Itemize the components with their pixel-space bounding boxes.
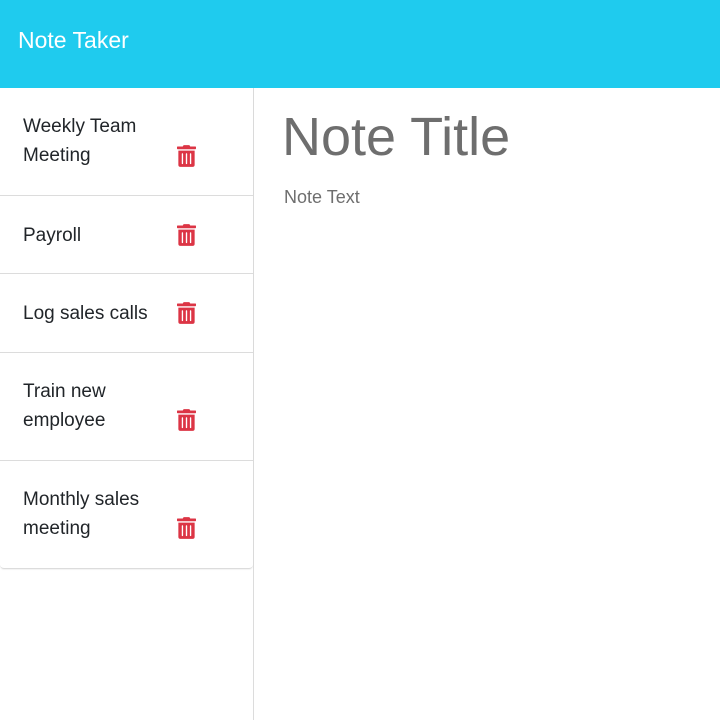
trash-icon[interactable]: [177, 302, 196, 324]
note-title[interactable]: Log sales calls: [23, 274, 173, 328]
note-list: Weekly Team Meeting Payroll Log sales ca…: [0, 88, 253, 569]
note-editor: [254, 88, 720, 720]
note-title[interactable]: Train new employee: [23, 353, 158, 435]
app-title[interactable]: Note Taker: [18, 28, 129, 52]
list-item[interactable]: Train new employee: [0, 353, 253, 461]
list-item[interactable]: Weekly Team Meeting: [0, 88, 253, 196]
trash-icon[interactable]: [177, 517, 196, 539]
list-item[interactable]: Monthly sales meeting: [0, 461, 253, 568]
trash-icon[interactable]: [177, 145, 196, 167]
note-title[interactable]: Monthly sales meeting: [23, 461, 158, 543]
note-text-input[interactable]: [284, 184, 704, 684]
navbar: Note Taker: [0, 0, 720, 88]
note-title-input[interactable]: [282, 104, 702, 170]
trash-icon[interactable]: [177, 224, 196, 246]
trash-icon[interactable]: [177, 409, 196, 431]
notes-sidebar: Weekly Team Meeting Payroll Log sales ca…: [0, 88, 254, 720]
list-item[interactable]: Payroll: [0, 196, 253, 274]
list-item[interactable]: Log sales calls: [0, 274, 253, 353]
note-title[interactable]: Weekly Team Meeting: [23, 88, 158, 170]
note-title[interactable]: Payroll: [23, 196, 158, 250]
